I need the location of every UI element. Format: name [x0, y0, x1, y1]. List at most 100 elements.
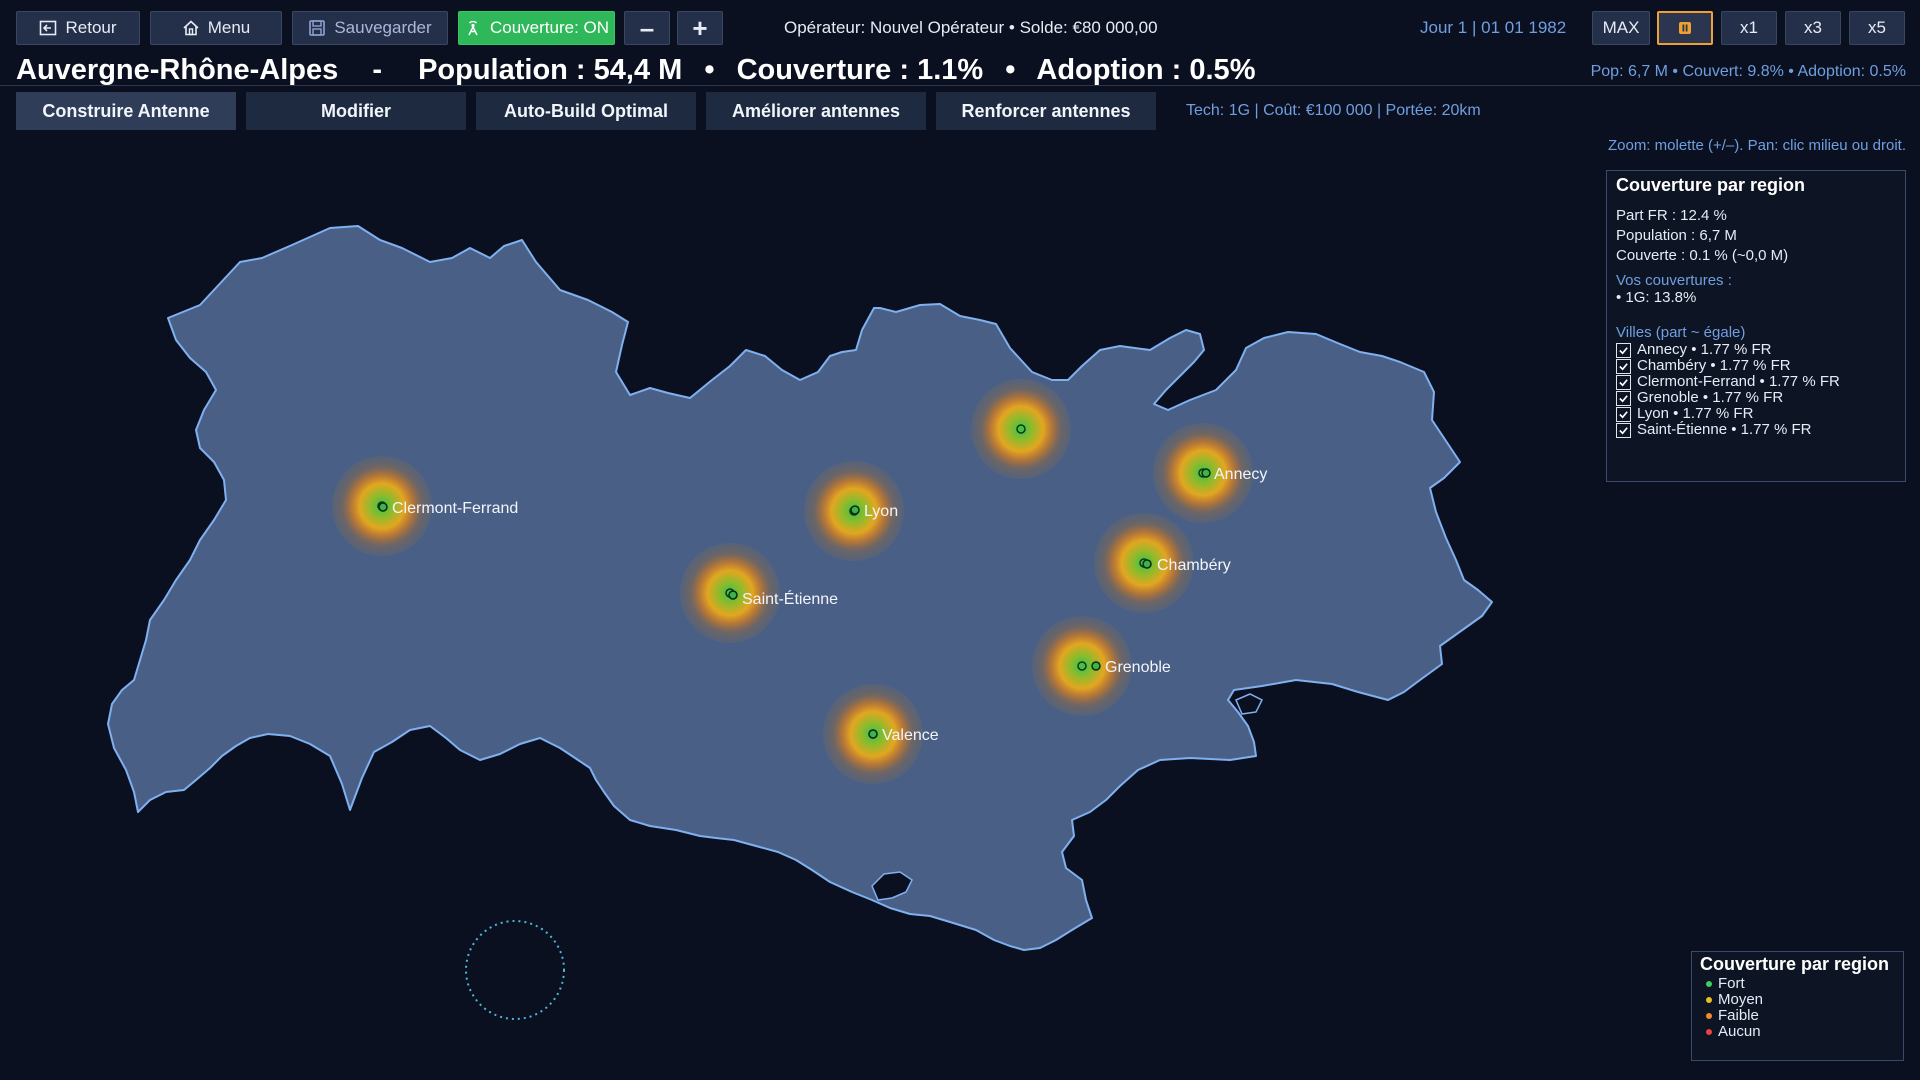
city-filter-label: Grenoble • 1.77 % FR: [1637, 389, 1784, 406]
city-filter-item[interactable]: Grenoble • 1.77 % FR: [1616, 390, 1896, 406]
coverage-legend: Couverture par region Fort Moyen Faible …: [1691, 951, 1904, 1061]
modify-label: Modifier: [321, 100, 391, 121]
top-toolbar: Retour Menu Sauvegarder Couverture: ON –…: [0, 0, 1920, 56]
reinforce-antennas-button[interactable]: Renforcer antennes: [936, 92, 1156, 130]
region-population: Population : 54,4 M: [418, 54, 683, 86]
antenna-icon: [468, 20, 478, 36]
region-adoption: Adoption : 0.5%: [1036, 54, 1256, 86]
title-dot: •: [704, 54, 715, 86]
upgrade-antennas-label: Améliorer antennes: [731, 100, 901, 121]
header-divider: [0, 85, 1920, 86]
panel-population: Population : 6,7 M: [1616, 227, 1737, 244]
cities-title[interactable]: Villes (part ~ égale): [1616, 324, 1896, 342]
checkbox[interactable]: [1616, 390, 1631, 406]
legend-label: Fort: [1718, 975, 1745, 992]
build-antenna-button[interactable]: Construire Antenne: [16, 92, 236, 130]
placement-cursor: [465, 920, 565, 1020]
minus-icon: –: [639, 12, 655, 43]
legend-label: Faible: [1718, 1007, 1759, 1024]
save-icon: [309, 20, 326, 36]
city-filter-label: Lyon • 1.77 % FR: [1637, 405, 1754, 422]
back-icon: [40, 20, 57, 36]
checkbox[interactable]: [1616, 374, 1631, 390]
back-label: Retour: [65, 18, 117, 37]
legend-item: Aucun: [1700, 1024, 1895, 1040]
legend-label: Aucun: [1718, 1023, 1761, 1040]
pause-icon: [1679, 22, 1691, 34]
operator-balance: Opérateur: Nouvel Opérateur • Solde: €80…: [784, 18, 1158, 37]
tech-info: Tech: 1G | Coût: €100 000 | Portée: 20km: [1186, 102, 1481, 119]
city-filter-label: Saint-Étienne • 1.77 % FR: [1637, 421, 1812, 438]
zoom-out-button[interactable]: –: [624, 11, 670, 45]
city-filter-label: Clermont-Ferrand • 1.77 % FR: [1637, 373, 1840, 390]
checkmark-icon: [1619, 394, 1628, 402]
city-label: Lyon: [864, 503, 898, 520]
legend-item: Moyen: [1700, 992, 1895, 1008]
city-label: Clermont-Ferrand: [392, 500, 518, 517]
auto-build-label: Auto-Build Optimal: [504, 100, 668, 121]
checkbox[interactable]: [1616, 422, 1631, 438]
city-label: Chambéry: [1157, 557, 1231, 574]
region-summary-stats: Pop: 6,7 M • Couvert: 9.8% • Adoption: 0…: [1590, 63, 1906, 80]
zoom-in-button[interactable]: +: [677, 11, 723, 45]
coverage-toggle-label: Couverture: ON: [489, 18, 610, 37]
back-button[interactable]: Retour: [16, 11, 140, 45]
city-filter-item[interactable]: Annecy • 1.77 % FR: [1616, 342, 1896, 358]
panel-covered: Couverte : 0.1 % (~0,0 M): [1616, 247, 1789, 264]
city-marker[interactable]: Saint-Étienne: [728, 589, 838, 608]
game-date: Jour 1 | 01 01 1982: [1420, 18, 1567, 37]
checkmark-icon: [1619, 378, 1628, 386]
legend-title: Couverture par region: [1700, 954, 1890, 974]
speed-max-button[interactable]: MAX: [1592, 11, 1650, 45]
city-filter-item[interactable]: Chambéry • 1.77 % FR: [1616, 358, 1896, 374]
coverage-info-panel: Couverture par region Part FR : 12.4 % P…: [1606, 170, 1906, 482]
region-header: Auvergne-Rhône-Alpes - Population : 54,4…: [16, 54, 1269, 87]
zoom-hint: Zoom: molette (+/–). Pan: clic milieu ou…: [1607, 137, 1906, 154]
legend-item: Faible: [1700, 1008, 1895, 1024]
save-label: Sauvegarder: [334, 18, 432, 37]
your-coverages-value: • 1G: 13.8%: [1616, 289, 1697, 306]
panel-title: Couverture par region: [1616, 175, 1806, 195]
coverage-toggle-button[interactable]: Couverture: ON: [458, 11, 615, 45]
menu-label: Menu: [207, 18, 251, 37]
speed-x5-button[interactable]: x5: [1849, 11, 1905, 45]
region-coverage: Couverture : 1.1%: [736, 54, 984, 86]
region-shape[interactable]: [107, 225, 1493, 951]
region-name: Auvergne-Rhône-Alpes: [16, 54, 339, 86]
modify-button[interactable]: Modifier: [246, 92, 466, 130]
upgrade-antennas-button[interactable]: Améliorer antennes: [706, 92, 926, 130]
checkbox[interactable]: [1616, 406, 1631, 422]
reinforce-antennas-label: Renforcer antennes: [961, 100, 1131, 121]
checkbox[interactable]: [1616, 342, 1631, 358]
title-separator: -: [372, 54, 382, 86]
france-share: Part FR : 12.4 %: [1616, 207, 1727, 224]
city-filter-item[interactable]: Lyon • 1.77 % FR: [1616, 406, 1896, 422]
your-coverages-title: Vos couvertures :: [1616, 272, 1732, 289]
city-marker[interactable]: Clermont-Ferrand: [378, 500, 518, 517]
legend-item: Fort: [1700, 976, 1895, 992]
plus-icon: +: [692, 12, 708, 43]
title-dot: •: [1005, 54, 1016, 86]
region-map[interactable]: Clermont-Ferrand Lyon Saint-Étienne Anne…: [0, 0, 1920, 1080]
checkbox[interactable]: [1616, 358, 1631, 374]
antenna[interactable]: [971, 379, 1071, 479]
city-label: Valence: [882, 727, 939, 744]
auto-build-button[interactable]: Auto-Build Optimal: [476, 92, 696, 130]
city-filter-item[interactable]: Saint-Étienne • 1.77 % FR: [1616, 422, 1896, 438]
save-button[interactable]: Sauvegarder: [292, 11, 448, 45]
city-label: Annecy: [1214, 466, 1267, 483]
city-filter-item[interactable]: Clermont-Ferrand • 1.77 % FR: [1616, 374, 1896, 390]
city-filter-label: Chambéry • 1.77 % FR: [1637, 357, 1791, 374]
legend-label: Moyen: [1718, 991, 1764, 1008]
speed-x3-label: x3: [1804, 18, 1822, 37]
checkmark-icon: [1619, 426, 1628, 434]
legend-dot: [1706, 997, 1712, 1003]
build-antenna-label: Construire Antenne: [42, 100, 210, 121]
pause-button[interactable]: [1657, 11, 1713, 45]
speed-x3-button[interactable]: x3: [1785, 11, 1841, 45]
speed-x1-button[interactable]: x1: [1721, 11, 1777, 45]
city-marker[interactable]: Chambéry: [1142, 557, 1231, 574]
menu-button[interactable]: Menu: [150, 11, 282, 45]
legend-dot: [1706, 1013, 1712, 1019]
lake-shape: [1235, 693, 1264, 715]
